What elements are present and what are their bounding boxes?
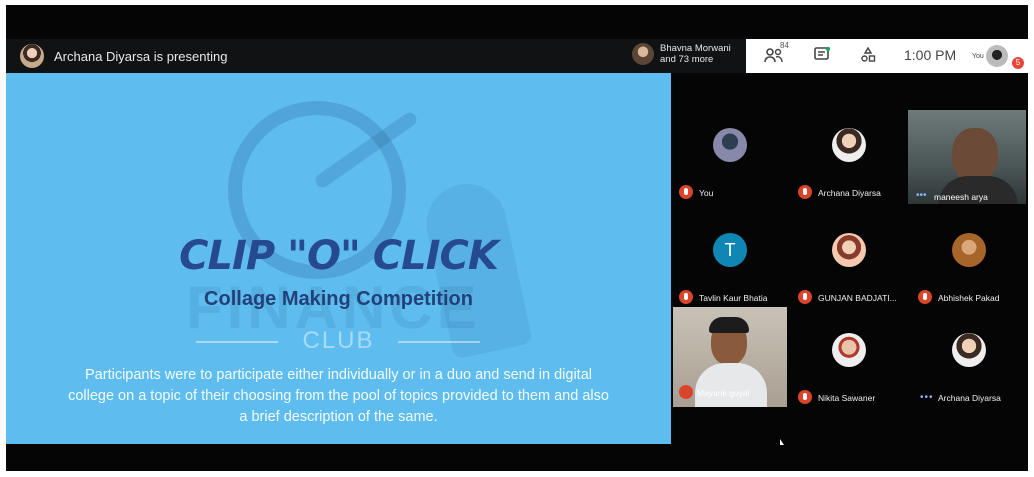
slide-title: CLIP "O" CLICK	[179, 233, 499, 279]
participant-tile[interactable]: Abhishek Pakad	[912, 215, 1024, 305]
participant-name: maneesh arya	[934, 192, 988, 202]
slide-subtitle: Collage Making Competition	[204, 288, 473, 310]
presentation-slide: FINANCE CLIP "O" CLICK Collage Making Co…	[6, 73, 671, 444]
mic-off-icon	[798, 290, 812, 304]
participant-name: Archana Diyarsa	[938, 393, 1001, 403]
participant-avatar	[832, 233, 866, 267]
others-line-1: Bhavna Morwani	[660, 43, 731, 54]
club-label: CLUB	[302, 327, 375, 354]
participant-tile[interactable]: Nikita Sawaner	[792, 315, 904, 405]
more-dots-icon: •••	[920, 392, 934, 403]
presenting-text: Archana Diyarsa is presenting	[54, 48, 228, 64]
video-hair	[709, 317, 749, 333]
participant-name: You	[699, 188, 714, 198]
participant-name: Nikita Sawaner	[818, 393, 876, 403]
participant-tile[interactable]: GUNJAN BADJATI...	[792, 215, 904, 305]
participant-avatar	[832, 128, 866, 162]
presenter-indicator: Archana Diyarsa is presenting	[20, 44, 227, 68]
participant-avatar	[952, 233, 986, 267]
notification-badge: 5	[1012, 57, 1024, 69]
mic-off-icon	[679, 185, 693, 199]
participant-avatar	[952, 333, 986, 367]
participant-video[interactable]: ••• maneesh arya	[908, 110, 1026, 204]
participant-avatar	[713, 128, 747, 162]
self-avatar[interactable]	[986, 45, 1008, 67]
participant-tile[interactable]: T Tavlin Kaur Bhatia	[673, 215, 785, 305]
participant-avatar	[832, 333, 866, 367]
slide-description: Participants were to participate either …	[68, 367, 609, 425]
mic-off-icon	[679, 385, 693, 399]
activities-icon[interactable]	[860, 46, 876, 67]
others-line-2: and 73 more	[660, 54, 714, 65]
you-label: You	[972, 53, 984, 60]
people-icon[interactable]	[764, 47, 784, 67]
participant-name: Mayank goyal	[697, 388, 750, 398]
chat-icon[interactable]	[814, 46, 831, 67]
participant-tile[interactable]: Archana Diyarsa	[792, 110, 904, 200]
participant-video[interactable]: Mayank goyal	[673, 307, 787, 407]
participant-name: GUNJAN BADJATI...	[818, 293, 897, 303]
mic-off-icon	[679, 290, 693, 304]
participant-name: Abhishek Pakad	[938, 293, 1000, 303]
video-person	[952, 128, 998, 182]
video-body	[695, 363, 767, 407]
clock: 1:00 PM	[904, 47, 957, 63]
presenter-avatar	[20, 44, 44, 68]
participant-name: Archana Diyarsa	[818, 188, 881, 198]
meeting-window: Archana Diyarsa is presenting Bhavna Mor…	[6, 5, 1028, 471]
top-bar: Archana Diyarsa is presenting Bhavna Mor…	[6, 39, 1028, 73]
more-dots-icon: •••	[916, 190, 927, 201]
participant-name: Tavlin Kaur Bhatia	[699, 293, 768, 303]
participants-count: 84	[780, 41, 789, 50]
participant-tile[interactable]: You	[673, 110, 785, 200]
others-avatar	[632, 43, 654, 65]
mic-off-icon	[798, 185, 812, 199]
mouse-cursor	[780, 439, 784, 445]
toolbar: 84 1:00 PM You 5	[746, 39, 1028, 73]
others-indicator[interactable]: Bhavna Morwani and 73 more	[632, 43, 731, 65]
mic-off-icon	[918, 290, 932, 304]
participant-initial-avatar: T	[713, 233, 747, 267]
participant-tile[interactable]: ••• Archana Diyarsa	[912, 315, 1024, 405]
mic-off-icon	[798, 390, 812, 404]
